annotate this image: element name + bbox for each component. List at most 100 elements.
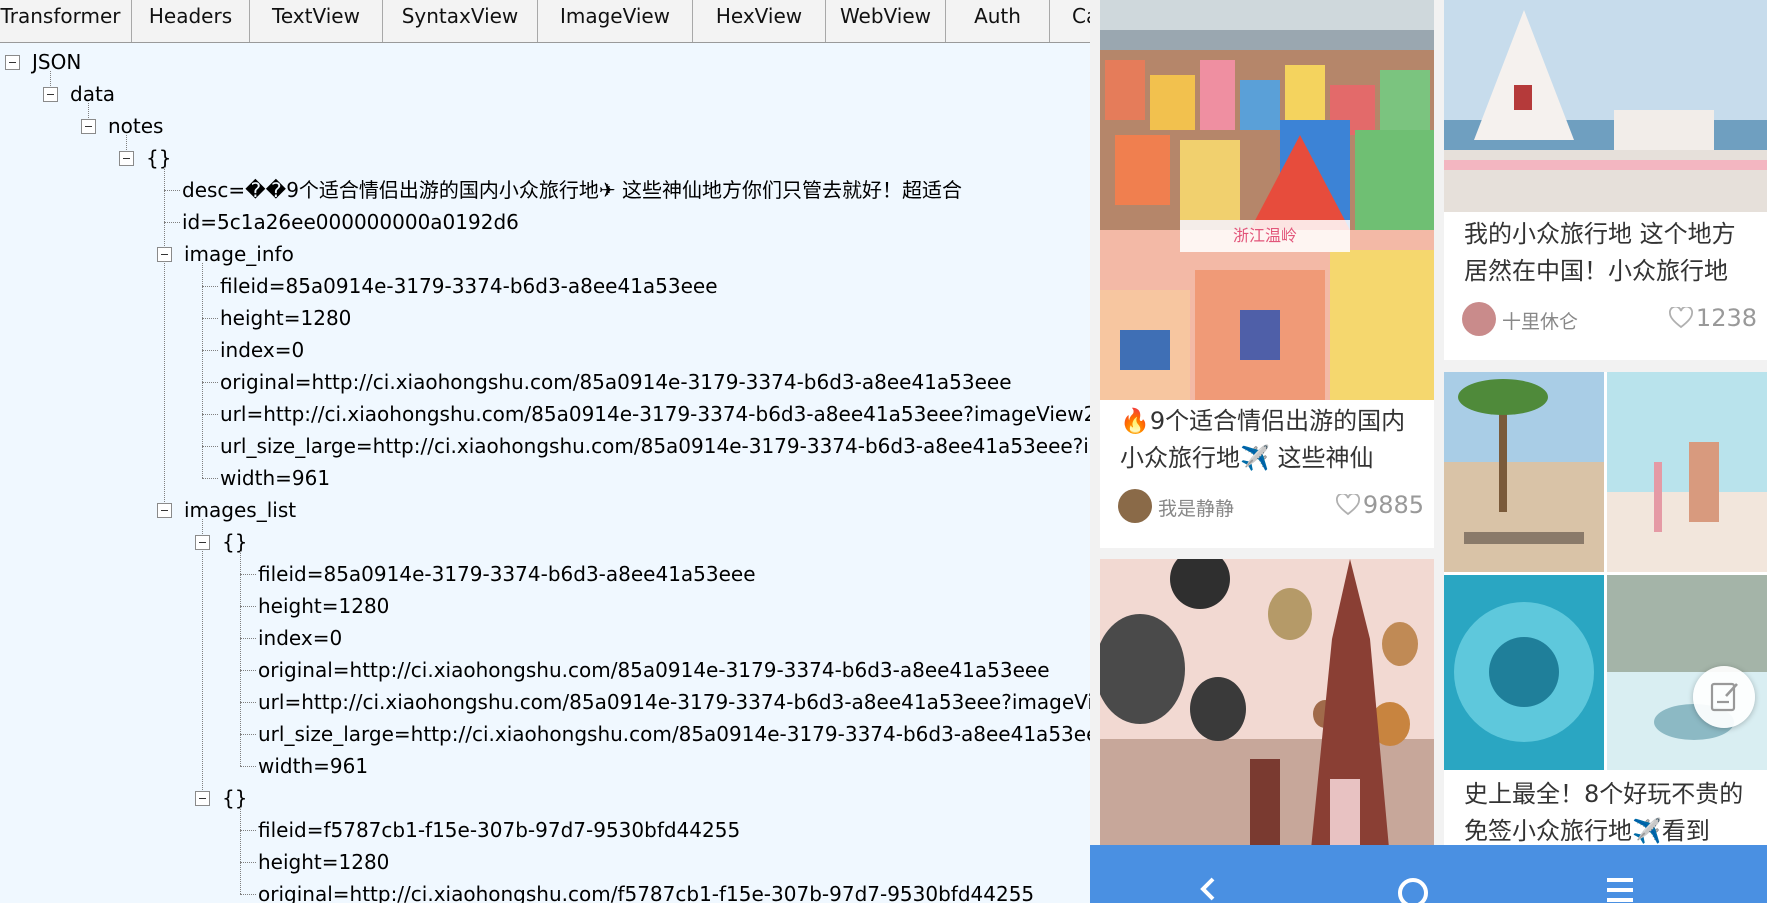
tree-leaf[interactable]: width=961 — [220, 463, 330, 493]
tab-transformer[interactable]: Transformer — [0, 0, 132, 42]
tab-headers[interactable]: Headers — [132, 0, 250, 42]
tree-node[interactable]: image_info — [184, 239, 294, 269]
card-image-collage[interactable]: 浙江温岭 — [1100, 0, 1434, 400]
tree-connector — [202, 350, 218, 351]
tree-collapse-toggle[interactable] — [119, 151, 134, 166]
phone-screen: 浙江温岭 🔥9个适合情侣出游的国内小众旅行地✈️ 这些神仙 我是静静 9885 … — [1090, 0, 1767, 903]
heart-icon[interactable] — [1668, 307, 1693, 329]
like-count[interactable]: 1238 — [1668, 304, 1757, 332]
tab-textview[interactable]: TextView — [250, 0, 383, 42]
tree-connector — [164, 222, 180, 223]
json-tree: JSON data notes{} desc=��9个适合情侣出游的国内小众旅行地✈ … — [0, 43, 1090, 903]
tree-connector — [240, 830, 256, 831]
back-icon — [1200, 877, 1215, 901]
tree-leaf[interactable]: url=http://ci.xiaohongshu.com/85a0914e-3… — [258, 687, 1090, 717]
feed-card[interactable] — [1100, 559, 1434, 859]
tree-leaf[interactable]: url_size_large=http://ci.xiaohongshu.com… — [258, 719, 1090, 749]
tree-connector — [202, 382, 218, 383]
tab-webview[interactable]: WebView — [826, 0, 946, 42]
tree-connector — [240, 894, 256, 895]
json-inspector: Transformer Headers TextView SyntaxView … — [0, 0, 1090, 903]
tree-collapse-toggle[interactable] — [5, 55, 20, 70]
tree-leaf[interactable]: fileid=85a0914e-3179-3374-b6d3-a8ee41a53… — [220, 271, 718, 301]
tree-leaf[interactable]: original=http://ci.xiaohongshu.com/85a09… — [258, 655, 1050, 685]
tree-leaf[interactable]: index=0 — [220, 335, 304, 365]
tree-leaf[interactable]: width=961 — [258, 751, 368, 781]
card-image[interactable] — [1444, 0, 1767, 212]
tree-leaf[interactable]: url_size_large=http://ci.xiaohongshu.com… — [220, 431, 1090, 461]
tab-syntaxview[interactable]: SyntaxView — [383, 0, 538, 42]
tree-leaf[interactable]: fileid=f5787cb1-f15e-307b-97d7-9530bfd44… — [258, 815, 740, 845]
tree-connector — [202, 478, 218, 479]
tree-collapse-toggle[interactable] — [157, 247, 172, 262]
nav-back-button[interactable] — [1147, 845, 1267, 903]
tree-connector — [240, 606, 256, 607]
tree-collapse-toggle[interactable] — [157, 503, 172, 518]
author-name[interactable]: 十里休仑 — [1502, 307, 1578, 334]
feed-card[interactable]: 我的小众旅行地 这个地方居然在中国！小众旅行地 十里休仑 1238 — [1444, 0, 1767, 360]
tree-connector — [202, 286, 218, 287]
tree-connector — [240, 734, 256, 735]
tab-auth[interactable]: Auth — [946, 0, 1050, 42]
like-count-value: 1238 — [1695, 304, 1757, 332]
card-title[interactable]: 我的小众旅行地 这个地方居然在中国！小众旅行地 — [1464, 216, 1755, 290]
tree-leaf[interactable]: height=1280 — [258, 591, 389, 621]
tree-collapse-toggle[interactable] — [195, 791, 210, 806]
tab-hexview[interactable]: HexView — [693, 0, 826, 42]
feed-card[interactable]: 浙江温岭 🔥9个适合情侣出游的国内小众旅行地✈️ 这些神仙 我是静静 9885 — [1100, 0, 1434, 548]
system-nav-bar — [1090, 845, 1767, 903]
avatar[interactable] — [1118, 489, 1152, 523]
tree-collapse-toggle[interactable] — [81, 119, 96, 134]
tree-leaf[interactable]: desc=��9个适合情侣出游的国内小众旅行地✈ 这些神仙地方你们只管去就好！超… — [182, 175, 962, 205]
tree-connector — [240, 670, 256, 671]
tree-connector — [164, 190, 180, 191]
tree-leaf[interactable]: height=1280 — [220, 303, 351, 333]
tree-connector — [240, 862, 256, 863]
tree-node[interactable]: data — [70, 79, 115, 109]
tree-guide — [240, 807, 241, 894]
author-name[interactable]: 我是静静 — [1158, 494, 1234, 521]
tree-leaf[interactable]: original=http://ci.xiaohongshu.com/f5787… — [258, 879, 1034, 903]
edit-icon — [1710, 682, 1738, 712]
tab-imageview[interactable]: ImageView — [538, 0, 693, 42]
colorful-houses-image — [1100, 0, 1434, 400]
tree-leaf[interactable]: index=0 — [258, 623, 342, 653]
like-count[interactable]: 9885 — [1335, 491, 1424, 519]
nav-home-button[interactable] — [1353, 845, 1473, 903]
tree-guide — [164, 167, 165, 510]
heart-icon[interactable] — [1335, 494, 1360, 516]
tree-node[interactable]: notes — [108, 111, 163, 141]
card-title[interactable]: 🔥9个适合情侣出游的国内小众旅行地✈️ 这些神仙 — [1120, 403, 1422, 477]
compose-button[interactable] — [1693, 666, 1755, 728]
card-author-row: 十里休仑 1238 — [1462, 300, 1757, 338]
nav-menu-button[interactable] — [1560, 845, 1680, 903]
seaside-chapel-image — [1444, 0, 1767, 212]
tree-connector — [240, 766, 256, 767]
tree-collapse-toggle[interactable] — [195, 535, 210, 550]
tree-connector — [240, 638, 256, 639]
tree-guide — [202, 519, 203, 798]
tree-connector — [202, 414, 218, 415]
feed-card[interactable]: 史上最全！8个好玩不贵的免签小众旅行地✈️看到 — [1444, 372, 1767, 859]
tree-node[interactable]: {} — [222, 783, 247, 813]
image-overlay-text: 浙江温岭 — [1232, 226, 1297, 245]
tree-collapse-toggle[interactable] — [43, 87, 58, 102]
tree-node[interactable]: {} — [146, 143, 171, 173]
tree-leaf[interactable]: url=http://ci.xiaohongshu.com/85a0914e-3… — [220, 399, 1090, 429]
card-image[interactable] — [1100, 559, 1434, 859]
card-title[interactable]: 史上最全！8个好玩不贵的免签小众旅行地✈️看到 — [1464, 776, 1755, 850]
tab-caching[interactable]: Caching — [1050, 0, 1090, 42]
tree-connector — [240, 574, 256, 575]
tree-leaf[interactable]: id=5c1a26ee000000000a0192d6 — [182, 207, 519, 237]
like-count-value: 9885 — [1362, 491, 1424, 519]
card-author-row: 我是静静 9885 — [1118, 487, 1424, 525]
tree-connector — [202, 446, 218, 447]
menu-icon — [1607, 878, 1633, 902]
tree-node[interactable]: JSON — [32, 47, 81, 77]
tree-leaf[interactable]: fileid=85a0914e-3179-3374-b6d3-a8ee41a53… — [258, 559, 756, 589]
tree-node[interactable]: {} — [222, 527, 247, 557]
tree-leaf[interactable]: height=1280 — [258, 847, 389, 877]
avatar[interactable] — [1462, 302, 1496, 336]
tree-node[interactable]: images_list — [184, 495, 296, 525]
tree-leaf[interactable]: original=http://ci.xiaohongshu.com/85a09… — [220, 367, 1012, 397]
